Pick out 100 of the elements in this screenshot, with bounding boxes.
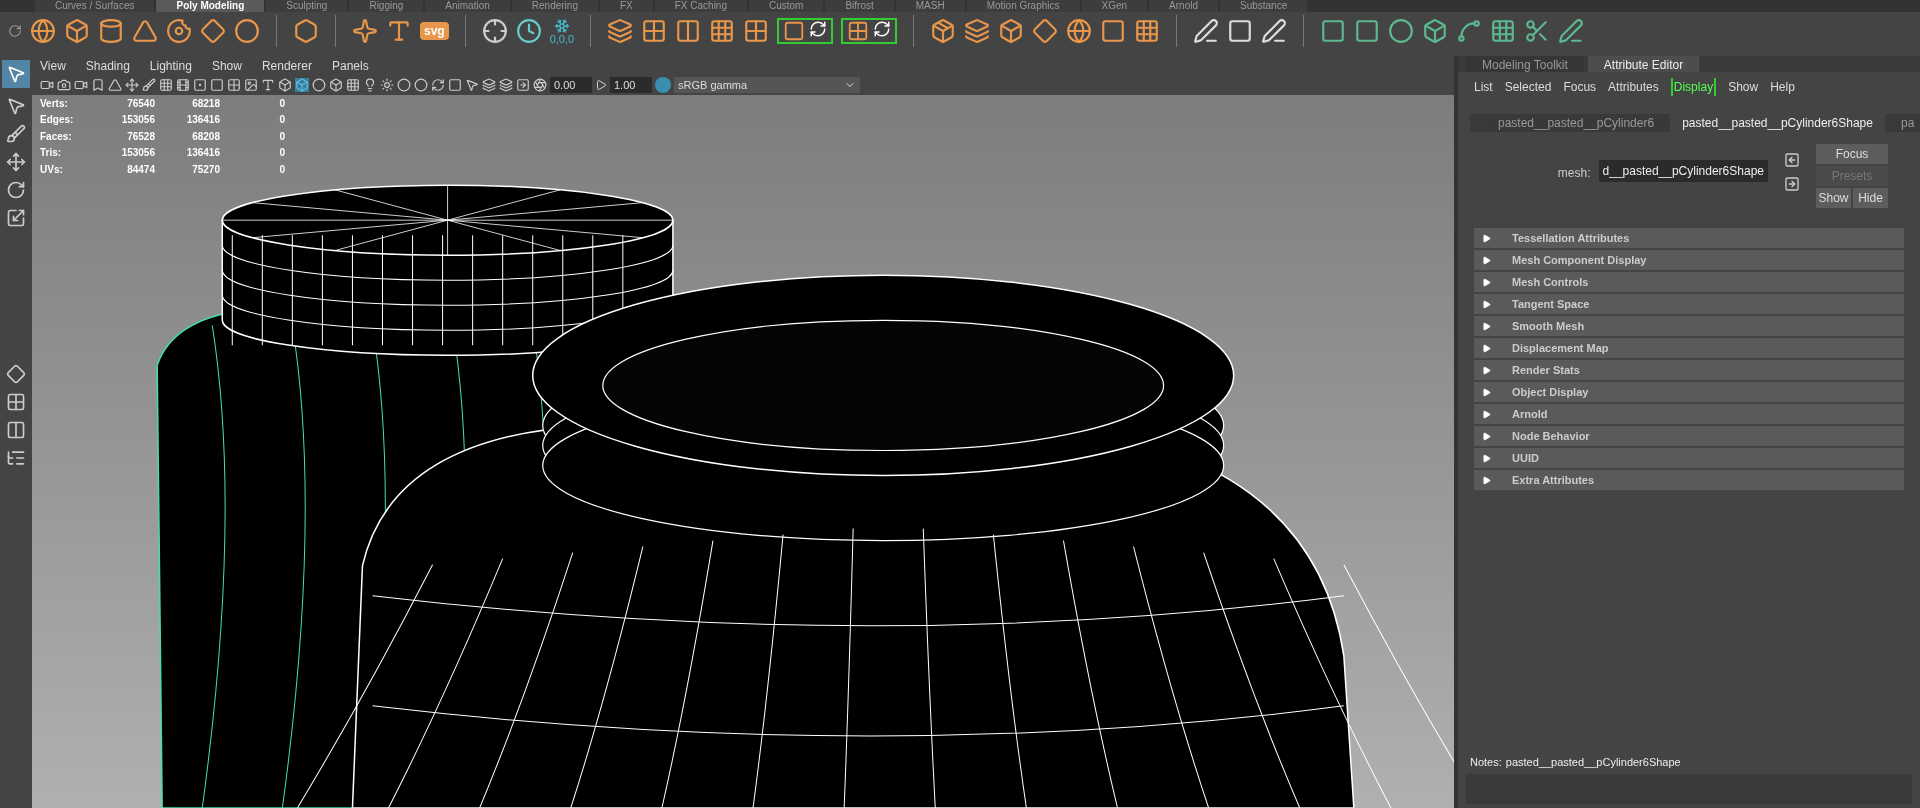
section-header[interactable]: Extra Attributes	[1474, 470, 1904, 490]
camera-icon[interactable]	[57, 78, 71, 92]
rotate-icon[interactable]	[6, 180, 26, 200]
paint-select-icon[interactable]	[6, 124, 26, 144]
square-icon[interactable]	[1354, 18, 1381, 44]
move-icon[interactable]	[6, 152, 26, 172]
square-icon[interactable]	[1320, 18, 1347, 44]
lasso-select-icon[interactable]	[6, 96, 26, 116]
menu-item[interactable]: Shading	[85, 56, 130, 75]
cube-icon[interactable]	[1422, 18, 1449, 44]
shelf-tab[interactable]: Rendering	[511, 0, 598, 12]
section-header[interactable]: Mesh Component Display	[1474, 250, 1904, 270]
grid-icon[interactable]	[227, 78, 241, 92]
sphere-icon[interactable]	[30, 18, 56, 44]
svg-tool[interactable]: svg	[420, 22, 449, 40]
cube-icon[interactable]	[64, 18, 90, 44]
shelf-tab[interactable]: XGen	[1081, 0, 1148, 12]
brush-icon[interactable]	[142, 78, 156, 92]
shelf-tab[interactable]: Motion Graphics	[966, 0, 1080, 12]
curve-icon[interactable]	[1456, 18, 1483, 44]
export-icon[interactable]	[516, 78, 530, 92]
grid-icon[interactable]	[743, 18, 770, 44]
shelf-tab[interactable]: Curves / Surfaces	[35, 0, 155, 12]
section-header[interactable]: Arnold	[1474, 404, 1904, 424]
layers-icon[interactable]	[482, 78, 496, 92]
shelf-tab[interactable]: Custom	[749, 0, 824, 12]
pen-icon[interactable]	[1558, 18, 1585, 44]
menu-item[interactable]: Help	[1770, 78, 1795, 96]
clock-icon[interactable]	[515, 18, 542, 44]
color-management-toggle[interactable]	[655, 77, 671, 93]
sphere-icon[interactable]	[1066, 18, 1093, 44]
panel-tab[interactable]: Attribute Editor	[1587, 56, 1700, 72]
layers-icon[interactable]	[499, 78, 513, 92]
menu-item[interactable]: Focus	[1563, 78, 1597, 96]
square-icon[interactable]	[448, 78, 462, 92]
refresh-icon[interactable]	[777, 18, 834, 44]
image-icon[interactable]	[244, 78, 258, 92]
copy-tab-icon[interactable]	[1784, 152, 1800, 168]
color-space-dropdown[interactable]: sRGB gamma	[674, 76, 860, 94]
section-header[interactable]: Tessellation Attributes	[1474, 228, 1904, 248]
grid-icon[interactable]	[159, 78, 173, 92]
cylinder-icon[interactable]	[98, 18, 124, 44]
sphere-icon[interactable]	[397, 78, 411, 92]
node-tab[interactable]: pasted__pasted__pCylinder6Shape	[1670, 114, 1885, 132]
bookmark-icon[interactable]	[91, 78, 105, 92]
shelf-tab[interactable]: Sculpting	[266, 0, 348, 12]
text-icon[interactable]	[261, 78, 275, 92]
cube-icon[interactable]	[998, 18, 1025, 44]
section-header[interactable]: Tangent Space	[1474, 294, 1904, 314]
panel-button[interactable]: Focus	[1816, 144, 1888, 164]
shelf-tab[interactable]: Arnold	[1149, 0, 1218, 12]
layout-icon[interactable]	[6, 392, 26, 412]
shelf-tab[interactable]: FX	[599, 0, 653, 12]
shelf-tab[interactable]: FX Caching	[654, 0, 747, 12]
shelf-tab[interactable]: Poly Modeling	[156, 0, 265, 12]
mesh-name-field[interactable]: d__pasted__pCylinder6Shape	[1598, 160, 1768, 182]
checker-icon[interactable]	[1490, 18, 1517, 44]
menu-item[interactable]: Lighting	[149, 56, 192, 75]
disc-icon[interactable]	[234, 18, 260, 44]
grid-icon[interactable]	[641, 18, 668, 44]
menu-item[interactable]: Show	[211, 56, 242, 75]
shelf-tab[interactable]: Animation	[425, 0, 510, 12]
subdivide-icon[interactable]	[709, 18, 736, 44]
menu-item[interactable]: Selected	[1504, 78, 1552, 96]
shelf-tab[interactable]: Substance	[1220, 0, 1308, 12]
triangle-icon[interactable]	[108, 78, 122, 92]
circle-icon[interactable]	[1388, 18, 1415, 44]
exposure-icon[interactable]	[533, 78, 547, 92]
circle-icon[interactable]	[312, 78, 326, 92]
sparkle-icon[interactable]	[352, 18, 378, 44]
box-icon[interactable]	[930, 18, 957, 44]
outliner-icon[interactable]	[6, 448, 26, 468]
split-icon[interactable]	[675, 18, 702, 44]
cone-icon[interactable]	[132, 18, 158, 44]
panel-button[interactable]: Show	[1816, 188, 1851, 208]
exposure-field[interactable]: 0.00	[550, 76, 592, 94]
shelf-tab[interactable]: Bifrost	[825, 0, 894, 12]
refresh-icon[interactable]	[431, 78, 445, 92]
square-icon[interactable]	[1227, 18, 1254, 44]
select-tool-icon[interactable]	[2, 60, 30, 88]
square-icon[interactable]	[1100, 18, 1127, 44]
torus-icon[interactable]	[166, 18, 192, 44]
polygon-icon[interactable]	[293, 18, 319, 44]
panel-button[interactable]: Hide	[1853, 188, 1888, 208]
camera-icon[interactable]	[40, 78, 54, 92]
menu-item[interactable]: Renderer	[261, 56, 312, 75]
sphere-icon[interactable]	[414, 78, 428, 92]
refresh-icon[interactable]	[841, 18, 898, 44]
menu-item[interactable]: Attributes	[1608, 78, 1659, 96]
panel-tab[interactable]: Modeling Toolkit	[1466, 56, 1584, 72]
layers-icon[interactable]	[964, 18, 991, 44]
gamma-icon[interactable]	[595, 79, 607, 91]
menu-item[interactable]: Show	[1728, 78, 1759, 96]
cube-icon[interactable]	[329, 78, 343, 92]
layout-icon[interactable]	[6, 420, 26, 440]
section-header[interactable]: Smooth Mesh	[1474, 316, 1904, 336]
load-tab-icon[interactable]	[1784, 176, 1800, 192]
diamond-icon[interactable]	[1032, 18, 1059, 44]
reset-transform-tool[interactable]: 0,0,0	[549, 17, 575, 45]
menu-item[interactable]: View	[40, 56, 66, 75]
